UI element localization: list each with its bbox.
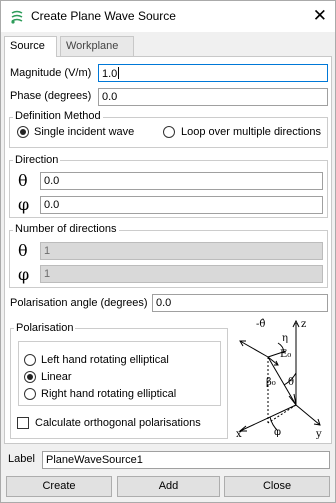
phase-label: Phase (degrees) bbox=[10, 90, 92, 102]
direction-phi-input[interactable]: 0.0 bbox=[40, 196, 323, 214]
orthogonal-polarisations-label[interactable]: Calculate orthogonal polarisations bbox=[35, 417, 201, 429]
title-bar: Create Plane Wave Source ✕ bbox=[1, 1, 335, 32]
radio-linear[interactable] bbox=[24, 371, 36, 383]
num-theta-input: 1 bbox=[40, 242, 323, 260]
tab-workplane[interactable]: Workplane bbox=[60, 36, 134, 56]
direction-theta-input[interactable]: 0.0 bbox=[40, 172, 323, 190]
phi-symbol: φ bbox=[18, 195, 30, 214]
num-phi-value: 1 bbox=[44, 268, 51, 280]
diagram-theta: θ bbox=[288, 377, 294, 388]
direction-title: Direction bbox=[13, 154, 61, 166]
linear-label[interactable]: Linear bbox=[41, 371, 72, 383]
direction-phi-value: 0.0 bbox=[44, 199, 60, 211]
magnitude-input[interactable]: 1.0 bbox=[98, 64, 328, 82]
radio-right-hand-elliptical[interactable] bbox=[24, 388, 36, 400]
diagram-minus-theta-hat: -θ̂ bbox=[256, 319, 265, 330]
tab-source[interactable]: Source bbox=[4, 36, 57, 57]
polarisation-diagram: z x y -θ̂ η E₀ β₀ θ φ bbox=[236, 319, 322, 440]
window-title: Create Plane Wave Source bbox=[31, 9, 176, 23]
label-value: PlaneWaveSource1 bbox=[46, 454, 143, 466]
add-button[interactable]: Add bbox=[117, 476, 220, 497]
diagram-phi: φ bbox=[274, 427, 281, 438]
label-input[interactable]: PlaneWaveSource1 bbox=[42, 451, 330, 469]
polarisation-title: Polarisation bbox=[14, 322, 76, 334]
close-icon[interactable]: ✕ bbox=[313, 6, 327, 26]
radio-single-incident-wave[interactable] bbox=[17, 126, 29, 138]
polarisation-angle-input[interactable]: 0.0 bbox=[152, 294, 328, 312]
close-button[interactable]: Close bbox=[224, 476, 330, 497]
magnitude-value: 1.0 bbox=[102, 68, 118, 80]
phase-input[interactable]: 0.0 bbox=[98, 88, 328, 106]
plane-wave-source-icon bbox=[11, 10, 23, 24]
phi-symbol: φ bbox=[18, 265, 30, 284]
num-theta-value: 1 bbox=[44, 245, 51, 257]
radio-left-hand-elliptical[interactable] bbox=[24, 354, 36, 366]
diagram-e0: E₀ bbox=[280, 349, 291, 360]
orthogonal-polarisations-checkbox[interactable] bbox=[17, 417, 29, 429]
polarisation-angle-label: Polarisation angle (degrees) bbox=[10, 297, 148, 309]
right-hand-elliptical-label[interactable]: Right hand rotating elliptical bbox=[41, 388, 176, 400]
radio-loop-multiple-directions[interactable] bbox=[163, 126, 175, 138]
create-button[interactable]: Create bbox=[6, 476, 112, 497]
theta-symbol: θ bbox=[18, 171, 28, 190]
num-phi-input: 1 bbox=[40, 265, 323, 283]
dialog-window: Create Plane Wave Source ✕ Source Workpl… bbox=[0, 0, 336, 503]
polarisation-angle-value: 0.0 bbox=[156, 297, 172, 309]
magnitude-label: Magnitude (V/m) bbox=[10, 67, 92, 79]
single-incident-wave-label[interactable]: Single incident wave bbox=[34, 126, 134, 138]
theta-symbol: θ bbox=[18, 241, 28, 260]
diagram-y-label: y bbox=[315, 429, 322, 440]
loop-multiple-directions-label[interactable]: Loop over multiple directions bbox=[181, 126, 321, 138]
diagram-x-label: x bbox=[236, 429, 242, 440]
label-field-label: Label bbox=[8, 453, 35, 465]
diagram-beta0: β₀ bbox=[266, 377, 276, 388]
text-caret bbox=[118, 67, 120, 79]
left-hand-elliptical-label[interactable]: Left hand rotating elliptical bbox=[41, 354, 169, 366]
phase-value: 0.0 bbox=[102, 91, 118, 103]
number-of-directions-title: Number of directions bbox=[13, 223, 119, 235]
direction-theta-value: 0.0 bbox=[44, 175, 60, 187]
diagram-z-label: z bbox=[301, 319, 306, 330]
definition-method-title: Definition Method bbox=[13, 110, 103, 122]
diagram-eta: η bbox=[282, 333, 288, 344]
